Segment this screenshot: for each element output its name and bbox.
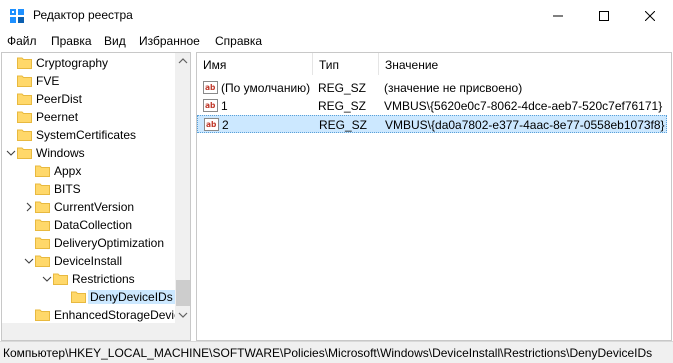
tree-horizontal-scrollbar[interactable] [2, 323, 175, 340]
tree-node[interactable]: Peernet [2, 108, 177, 126]
maximize-button[interactable] [581, 0, 627, 31]
title-bar: Редактор реестра [0, 0, 673, 31]
column-header-name[interactable]: Имя [197, 53, 313, 75]
window-title: Редактор реестра [33, 8, 133, 22]
value-data: VMBUS\{da0a7802-e377-4aac-8e77-0558eb107… [385, 118, 665, 132]
folder-icon [17, 93, 32, 105]
tree-node-label: BITS [54, 182, 81, 196]
value-data: (значение не присвоено) [384, 81, 523, 95]
scrollbar-corner [175, 323, 190, 340]
string-value-icon: ab [204, 118, 219, 131]
folder-icon [17, 57, 32, 69]
minimize-button[interactable] [535, 0, 581, 31]
close-button[interactable] [627, 0, 673, 31]
tree-node[interactable]: Cryptography [2, 54, 177, 72]
folder-icon [35, 201, 50, 213]
folder-icon [35, 183, 50, 195]
maximize-icon [599, 10, 609, 21]
folder-icon [35, 309, 50, 321]
column-header-value[interactable]: Значение [379, 53, 667, 75]
svg-text:ab: ab [205, 101, 216, 110]
menu-help[interactable]: Справка [215, 34, 262, 48]
tree-node-label: Windows [36, 146, 85, 160]
tree-node-label: CurrentVersion [54, 200, 135, 214]
value-type: REG_SZ [319, 118, 368, 132]
tree-node[interactable]: PeerDist [2, 90, 177, 108]
tree-node[interactable]: BITS [2, 180, 177, 198]
value-name: (По умолчанию) [221, 81, 311, 95]
tree-node[interactable]: Appx [2, 162, 177, 180]
scroll-up-icon[interactable] [175, 53, 191, 69]
tree-node-label: Peernet [36, 110, 79, 124]
tree-node-label: DeliveryOptimization [54, 236, 165, 250]
value-type: REG_SZ [318, 81, 367, 95]
svg-text:ab: ab [206, 120, 217, 129]
tree-node-label: FVE [36, 74, 60, 88]
tree-vertical-scrollbar[interactable] [175, 53, 191, 323]
value-name: 2 [222, 118, 229, 132]
tree-node-label: Cryptography [36, 56, 109, 70]
values-list[interactable]: Имя Тип Значение ab (По умолчанию) REG_SZ (… [196, 52, 672, 341]
column-header-type[interactable]: Тип [313, 53, 379, 75]
close-icon [645, 10, 655, 21]
folder-icon [17, 129, 32, 141]
folder-icon [71, 291, 86, 303]
tree-node[interactable]: EnhancedStorageDevic [2, 306, 181, 324]
tree-node-label: PeerDist [36, 92, 83, 106]
value-row[interactable]: ab 1 REG_SZ VMBUS\{5620e0c7-8062-4dce-aeb7-… [197, 97, 667, 115]
folder-icon [17, 75, 32, 87]
chevron-down-icon[interactable] [42, 274, 52, 284]
svg-text:ab: ab [205, 83, 216, 92]
tree-node[interactable]: Restrictions [2, 270, 177, 288]
menu-favorites[interactable]: Избранное [139, 34, 200, 48]
status-bar: Компьютер\HKEY_LOCAL_MACHINE\SOFTWARE\Po… [0, 341, 673, 363]
chevron-right-icon[interactable] [24, 202, 34, 212]
folder-icon [17, 111, 32, 123]
tree-node[interactable]: CurrentVersion [2, 198, 177, 216]
menu-edit[interactable]: Правка [51, 34, 92, 48]
tree-node-label: DenyDeviceIDs [88, 290, 175, 304]
tree-node-label: DeviceInstall [54, 254, 123, 268]
folder-icon [35, 255, 50, 267]
tree-node-label: Appx [54, 164, 82, 178]
folder-icon [35, 165, 50, 177]
tree-node-label: DataCollection [54, 218, 133, 232]
tree-node[interactable]: DenyDeviceIDs [2, 288, 177, 306]
menu-view[interactable]: Вид [104, 34, 126, 48]
regedit-app-icon [10, 9, 24, 23]
minimize-icon [553, 15, 563, 16]
scroll-down-icon[interactable] [175, 307, 191, 323]
tree-scroll-thumb[interactable] [176, 280, 190, 306]
tree-node-label: EnhancedStorageDevic [54, 308, 181, 322]
folder-icon [17, 147, 32, 159]
tree-node[interactable]: DeviceInstall [2, 252, 177, 270]
status-path: Компьютер\HKEY_LOCAL_MACHINE\SOFTWARE\Po… [3, 346, 653, 360]
tree-node[interactable]: DeliveryOptimization [2, 234, 177, 252]
value-name: 1 [221, 99, 228, 113]
folder-icon [35, 237, 50, 249]
tree-node[interactable]: SystemCertificates [2, 126, 177, 144]
chevron-down-icon[interactable] [6, 148, 16, 158]
folder-icon [35, 219, 50, 231]
tree-node[interactable]: DataCollection [2, 216, 177, 234]
tree-node[interactable]: FVE [2, 72, 177, 90]
value-type: REG_SZ [318, 99, 367, 113]
menu-bar: Файл Правка Вид Избранное Справка [0, 31, 673, 51]
string-value-icon: ab [203, 99, 218, 112]
tree-node-label: Restrictions [72, 272, 135, 286]
value-row[interactable]: ab 2 REG_SZ VMBUS\{da0a7802-e377-4aac-8e77-… [197, 115, 667, 133]
string-value-icon: ab [203, 81, 218, 94]
menu-file[interactable]: Файл [7, 34, 37, 48]
registry-tree[interactable]: Cryptography FVE PeerDist Peernet SystemCert… [1, 52, 191, 341]
folder-icon [53, 273, 68, 285]
value-row[interactable]: ab (По умолчанию) REG_SZ (значение не присв… [197, 79, 667, 97]
tree-node-label: SystemCertificates [36, 128, 137, 142]
chevron-down-icon[interactable] [24, 256, 34, 266]
tree-node[interactable]: Windows [2, 144, 177, 162]
value-data: VMBUS\{5620e0c7-8062-4dce-aeb7-520c7ef76… [384, 99, 663, 113]
